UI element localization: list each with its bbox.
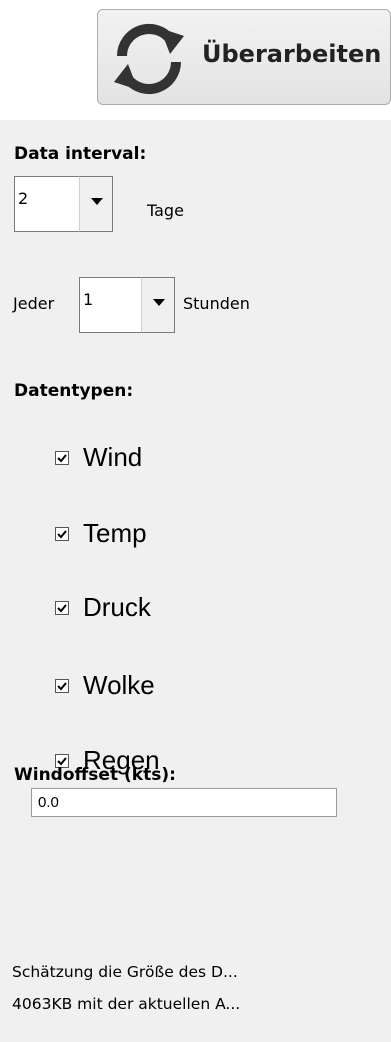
check-icon bbox=[57, 530, 67, 539]
hours-select[interactable]: 1 bbox=[79, 277, 175, 333]
wind-offset-heading: Windoffset (kts): bbox=[14, 765, 176, 785]
every-label: Jeder bbox=[13, 294, 55, 313]
check-icon bbox=[57, 454, 67, 463]
estimate-line-1: Schätzung die Größe des D... bbox=[12, 963, 238, 981]
estimate-line-2: 4063KB mit der aktuellen A... bbox=[12, 995, 241, 1013]
check-icon bbox=[57, 604, 67, 613]
chevron-down-icon bbox=[153, 299, 165, 306]
checkbox-label: Temp bbox=[83, 518, 147, 548]
days-unit-label: Tage bbox=[147, 201, 184, 220]
checkbox-box[interactable] bbox=[55, 679, 69, 693]
refresh-button-label: Überarbeiten bbox=[202, 40, 382, 68]
checkbox-label: Druck bbox=[83, 592, 151, 622]
refresh-button[interactable]: Überarbeiten bbox=[97, 9, 391, 105]
refresh-icon bbox=[108, 20, 190, 98]
checkbox-box[interactable] bbox=[55, 601, 69, 615]
days-select[interactable]: 2 bbox=[14, 176, 113, 232]
checkbox-box[interactable] bbox=[55, 451, 69, 465]
hours-select-value: 1 bbox=[83, 290, 94, 309]
checkbox-label: Wolke bbox=[83, 670, 155, 700]
checkbox-box[interactable] bbox=[55, 527, 69, 541]
checkbox-label: Wind bbox=[83, 442, 143, 472]
hours-select-dropdown-button[interactable] bbox=[141, 277, 175, 333]
check-icon bbox=[57, 682, 67, 691]
wind-offset-input[interactable] bbox=[31, 788, 337, 817]
days-select-value: 2 bbox=[18, 189, 29, 208]
hours-unit-label: Stunden bbox=[183, 294, 250, 313]
data-interval-heading: Data interval: bbox=[14, 144, 147, 164]
data-types-heading: Datentypen: bbox=[14, 381, 134, 401]
days-select-dropdown-button[interactable] bbox=[79, 176, 113, 232]
settings-panel bbox=[0, 120, 391, 1042]
chevron-down-icon bbox=[91, 198, 103, 205]
